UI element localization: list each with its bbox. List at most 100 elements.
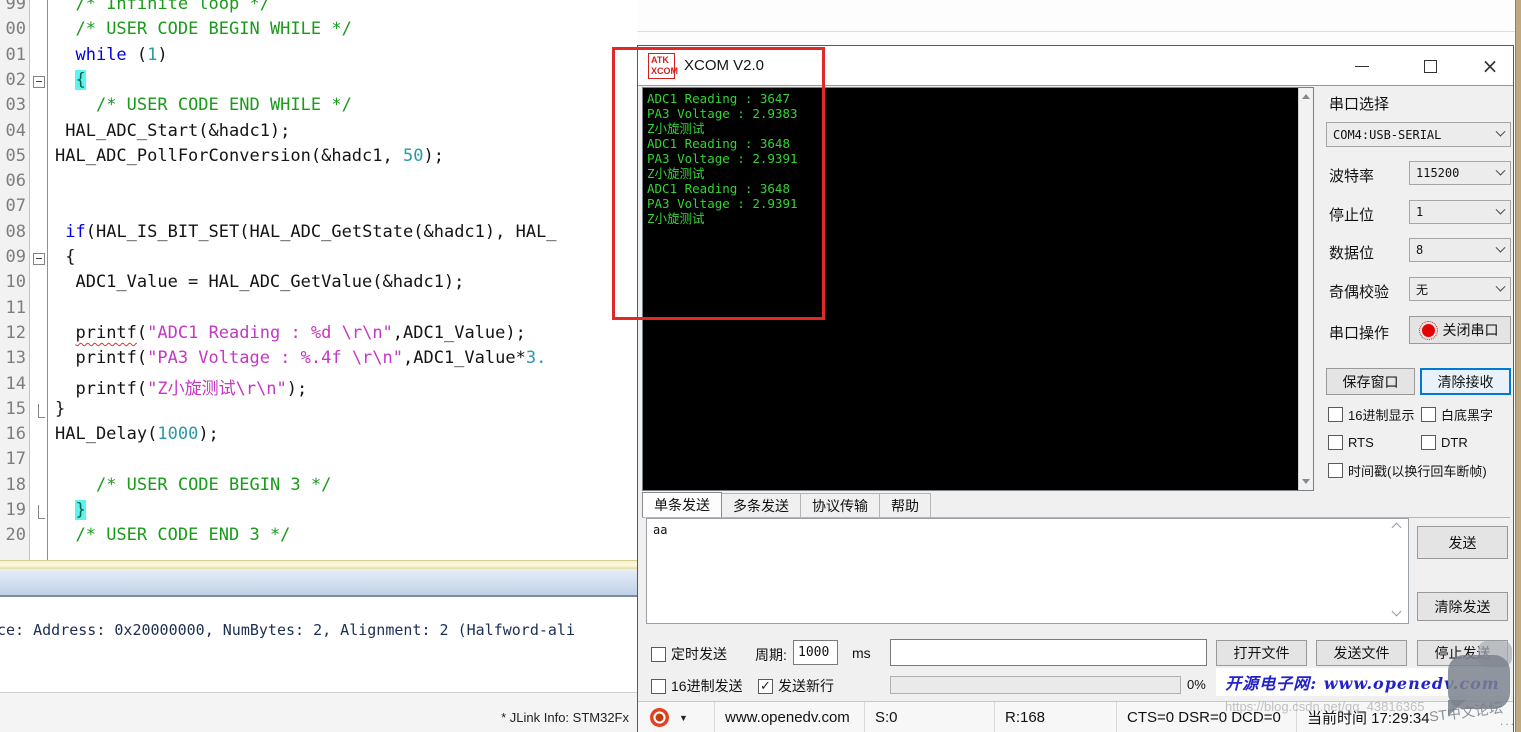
- checkbox-option[interactable]: RTS: [1328, 432, 1374, 452]
- checkbox[interactable]: [1328, 435, 1343, 450]
- line-number: 00: [0, 19, 26, 44]
- save-window-button[interactable]: 保存窗口: [1326, 368, 1415, 395]
- fold-toggle-icon[interactable]: [33, 76, 45, 88]
- terminal-line: ADC1 Reading : 3648: [647, 181, 798, 196]
- setting-dropdown[interactable]: 无: [1409, 277, 1511, 301]
- newline-option[interactable]: ✓ 发送新行: [758, 674, 834, 698]
- checkbox[interactable]: [1421, 435, 1436, 450]
- openedv-banner: 开源电子网: www.openedv.com: [1216, 668, 1509, 696]
- newline-checkbox[interactable]: ✓: [758, 679, 773, 694]
- period-input[interactable]: [793, 640, 838, 665]
- code-line: {: [55, 70, 86, 95]
- extra-send-input[interactable]: [890, 639, 1207, 666]
- clear-send-button[interactable]: 清除发送: [1417, 592, 1508, 621]
- window-title: XCOM V2.0: [684, 46, 764, 86]
- hex-send-checkbox[interactable]: [651, 679, 666, 694]
- code-segment: [55, 475, 96, 495]
- checkbox[interactable]: [1421, 407, 1436, 422]
- code-segment: /* USER CODE BEGIN 3 */: [96, 475, 331, 495]
- stop-send-button[interactable]: 停止发送: [1417, 640, 1508, 666]
- setting-dropdown[interactable]: 115200: [1409, 161, 1511, 185]
- terminal-line: Z小旋测试: [647, 121, 798, 136]
- scroll-down-icon[interactable]: [1302, 479, 1310, 484]
- code-line: /* USER CODE BEGIN WHILE */: [55, 19, 352, 44]
- code-segment: HAL_Delay(: [55, 424, 157, 444]
- setting-value: 8: [1416, 243, 1423, 257]
- tab-2[interactable]: 多条发送: [722, 493, 801, 518]
- code-line: /* USER CODE END 3 */: [55, 525, 290, 550]
- terminal-output: ADC1 Reading : 3647PA3 Voltage : 2.9383Z…: [647, 91, 798, 226]
- ide-toolbar-band: [0, 569, 637, 597]
- code-segment: (HAL_IS_BIT_SET(HAL_ADC_GetState(&hadc1)…: [86, 222, 557, 242]
- minimize-button[interactable]: [1338, 46, 1386, 86]
- send-input[interactable]: aa: [646, 518, 1409, 624]
- checkbox-option[interactable]: 时间戳(以换行回车断帧): [1328, 460, 1487, 480]
- hex-send-option[interactable]: 16进制发送: [651, 674, 743, 698]
- timed-send-option[interactable]: 定时发送: [651, 641, 727, 667]
- clear-receive-button[interactable]: 清除接收: [1420, 368, 1511, 395]
- code-line: HAL_ADC_PollForConversion(&hadc1, 50);: [55, 146, 444, 171]
- line-number: 04: [0, 121, 26, 146]
- code-segment: HAL_ADC_PollForConversion(&hadc1,: [55, 146, 403, 166]
- checkbox-label: DTR: [1441, 435, 1468, 450]
- status-icon-cell[interactable]: ▼: [638, 702, 714, 732]
- ide-console[interactable]: ce: Address: 0x20000000, NumBytes: 2, Al…: [0, 599, 637, 692]
- code-segment: ,ADC1_Value);: [393, 323, 526, 343]
- code-line: }: [55, 399, 65, 424]
- code-segment: while: [75, 45, 126, 65]
- maximize-icon: [1424, 60, 1437, 73]
- editor-separator: [0, 560, 637, 569]
- record-icon[interactable]: [650, 708, 669, 727]
- terminal-scrollbar[interactable]: [1298, 88, 1313, 490]
- status-dropdown-arrow-icon[interactable]: ▼: [679, 713, 688, 723]
- terminal-line: ADC1 Reading : 3648: [647, 136, 798, 151]
- code-segment: HAL_ADC_Start(&hadc1);: [55, 121, 290, 141]
- code-segment: ): [157, 45, 167, 65]
- maximize-button[interactable]: [1406, 46, 1454, 86]
- code-segment: printf(: [55, 348, 147, 368]
- code-line: /* USER CODE END WHILE */: [55, 95, 352, 120]
- close-port-button[interactable]: 关闭串口: [1409, 316, 1511, 344]
- code-segment: ADC1_Value = HAL_ADC_GetValue(&hadc1);: [55, 272, 464, 292]
- checkbox-option[interactable]: 16进制显示: [1328, 404, 1414, 424]
- setting-dropdown[interactable]: 8: [1409, 238, 1511, 262]
- code-line: HAL_ADC_Start(&hadc1);: [55, 121, 290, 146]
- tab-4[interactable]: 帮助: [880, 493, 931, 518]
- hex-send-label: 16进制发送: [671, 676, 743, 696]
- code-segment: 3.: [526, 348, 546, 368]
- setting-label: 奇偶校验: [1329, 281, 1389, 302]
- checkbox-option[interactable]: DTR: [1421, 432, 1468, 452]
- close-button[interactable]: ×: [1466, 46, 1514, 86]
- port-select-dropdown[interactable]: COM4:USB-SERIAL: [1326, 122, 1511, 147]
- fold-toggle-icon[interactable]: [33, 253, 45, 265]
- code-line: /* USER CODE BEGIN 3 */: [55, 475, 331, 500]
- xcom-titlebar[interactable]: ATK XCOM XCOM V2.0 ×: [638, 46, 1513, 86]
- code-line: {: [55, 247, 75, 272]
- checkbox-option[interactable]: 白底黑字: [1421, 404, 1493, 424]
- progress-percent: 0%: [1187, 677, 1206, 692]
- setting-value: 115200: [1416, 166, 1459, 180]
- terminal-line: Z小旋测试: [647, 211, 798, 226]
- send-button[interactable]: 发送: [1417, 526, 1508, 559]
- highlighted-brace: {: [75, 70, 85, 90]
- checkbox[interactable]: [1328, 463, 1343, 478]
- code-segment: printf: [75, 323, 136, 343]
- fold-margin: [31, 0, 48, 560]
- code-segment: "ADC1 Reading : %d \r\n": [147, 323, 393, 343]
- serial-terminal[interactable]: ADC1 Reading : 3647PA3 Voltage : 2.9383Z…: [642, 87, 1314, 491]
- checkbox[interactable]: [1328, 407, 1343, 422]
- setting-label: 数据位: [1329, 242, 1374, 263]
- line-number: 11: [0, 298, 26, 323]
- tab-1[interactable]: 单条发送: [642, 492, 722, 518]
- timed-send-checkbox[interactable]: [651, 647, 666, 662]
- setting-dropdown[interactable]: 1: [1409, 200, 1511, 224]
- send-file-button[interactable]: 发送文件: [1316, 640, 1407, 666]
- code-segment: if: [65, 222, 85, 242]
- port-select-label: 串口选择: [1329, 93, 1389, 114]
- scroll-up-icon[interactable]: [1302, 94, 1310, 99]
- code-segment: (: [137, 323, 147, 343]
- tab-3[interactable]: 协议传输: [801, 493, 880, 518]
- open-file-button[interactable]: 打开文件: [1216, 640, 1307, 666]
- code-editor[interactable]: /* Infinite loop */ /* USER CODE BEGIN W…: [48, 0, 637, 560]
- line-number: 03: [0, 95, 26, 120]
